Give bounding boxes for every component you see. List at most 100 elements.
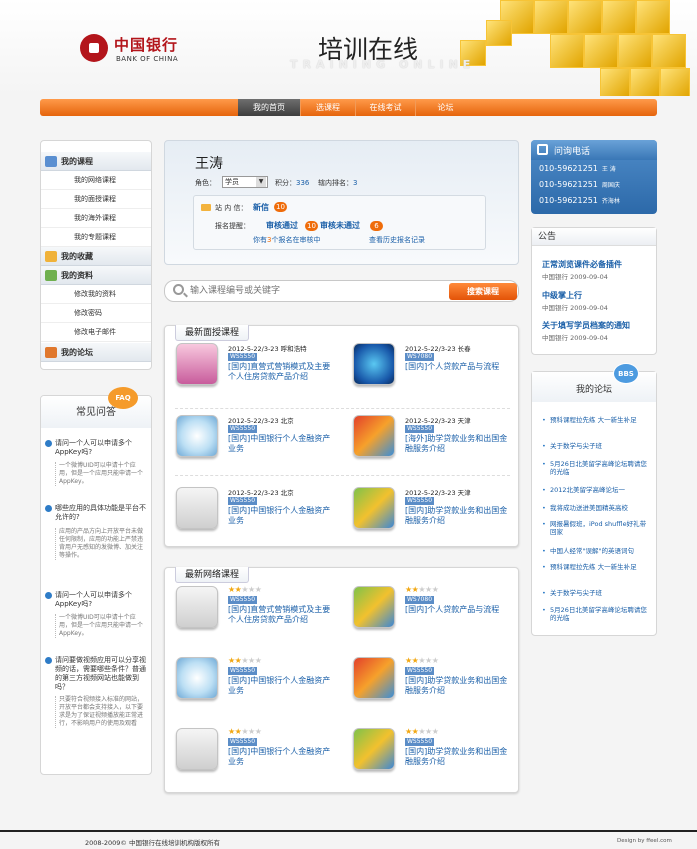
star-icon: ★ [425, 656, 432, 665]
chart-icon[interactable] [353, 415, 395, 457]
divider [175, 475, 510, 476]
course-item[interactable]: 2012-5-22/3-23 北京 WS5550 [国内]中国银行个人金融资产业务 [176, 487, 346, 547]
menu-item-overseas-courses[interactable]: 我的海外课程 [41, 209, 151, 228]
logo-text-cn[interactable]: 中国银行 [114, 34, 178, 55]
course-title-link[interactable]: [国内]中国银行个人金融资产业务 [228, 747, 333, 766]
menu-item-change-email[interactable]: 修改电子邮件 [41, 323, 151, 342]
golden-cubes-decoration [430, 0, 697, 96]
course-date: 2012-5-22/3-23 天津 [405, 489, 471, 497]
approved-link[interactable]: 审核通过 [266, 220, 298, 231]
star-icon: ★ [405, 656, 412, 665]
course-item[interactable]: ★★★★★ WS7080 [国内]个人贷款产品与流程 [353, 585, 523, 646]
course-item[interactable]: 2012-5-22/3-23 北京 WS5550 [国内]中国银行个人金融资产业务 [176, 415, 346, 475]
notice-title: 公告 [532, 228, 656, 246]
notice-item-title[interactable]: 正常浏览课件必备插件 [542, 260, 654, 270]
star-icon: ★ [431, 585, 439, 594]
compass-icon[interactable] [176, 415, 218, 457]
new-messages-link[interactable]: 新信 [253, 202, 269, 213]
folder-pink-icon[interactable] [176, 343, 218, 385]
forum-link[interactable]: 关于数学与尖子班 [542, 589, 652, 597]
course-item[interactable]: ★★★★★ WS5550 [国内]直营式营销模式及主要个人住房贷款产品介绍 [176, 585, 346, 646]
forum-link[interactable]: 5月26日北美留学高峰论坛聘请您的光临 [542, 460, 652, 476]
forum-link[interactable]: 关于数学与尖子班 [542, 442, 652, 450]
course-title-link[interactable]: [国内]助学贷款业务和出国金融服务介绍 [405, 747, 510, 766]
course-item[interactable]: ★★★★★ WS5550 [国内]助学贷款业务和出国金融服务介绍 [353, 656, 523, 717]
books-icon[interactable] [353, 728, 395, 770]
copyright-text: 2008-2009© 中国银行在线培训机构版权所有 [85, 839, 220, 847]
logo-text-en[interactable]: BANK OF CHINA [116, 55, 178, 63]
notice-item-meta: 中国银行 2009-09-04 [542, 334, 608, 342]
course-item[interactable]: ★★★★★ WS5550 [国内]中国银行个人金融资产业务 [176, 656, 346, 717]
course-item[interactable]: 2012-5-22/3-23 天津 WS5550 [海外]助学贷款业务和出国金融服务… [353, 415, 523, 475]
course-date: 2012-5-22/3-23 长春 [405, 345, 471, 353]
cube-decoration [550, 34, 584, 68]
faq-question[interactable]: 哪些应用的具体功能是平台不允许的? [45, 504, 149, 522]
design-credit[interactable]: Design by ffeel.com [617, 838, 672, 844]
course-title-link[interactable]: [国内]个人贷款产品与流程 [405, 605, 510, 615]
course-item[interactable]: ★★★★★ WS5550 [国内]中国银行个人金融资产业务 [176, 727, 346, 788]
search-button[interactable]: 搜索课程 [449, 283, 517, 300]
notice-panel: 公告 正常浏览课件必备插件 中国银行 2009-09-04 中级掌上行 中国银行… [531, 227, 657, 355]
role-select[interactable]: 学员 [222, 176, 268, 188]
notice-item-title[interactable]: 中级掌上行 [542, 291, 654, 301]
nav-item-home[interactable]: 我的首页 [238, 99, 300, 116]
menu-group-favorites[interactable]: 我的收藏 [41, 247, 151, 266]
course-title-link[interactable]: [国内]直营式营销模式及主要个人住房贷款产品介绍 [228, 605, 333, 624]
menu-item-face-courses[interactable]: 我的面授课程 [41, 190, 151, 209]
menu-group-my-courses[interactable]: 我的课程 [41, 152, 151, 171]
books-icon[interactable] [353, 487, 395, 529]
left-menu: 我的课程 我的网络课程 我的面授课程 我的海外课程 我的专题课程 我的收藏 我的… [40, 140, 152, 370]
rejected-link[interactable]: 审核未通过 [320, 220, 360, 231]
course-code: WS7080 [405, 596, 435, 604]
forum-link[interactable]: 预科课程拉先练 大一新生补足 [542, 563, 652, 571]
nav-item-exam[interactable]: 在线考试 [355, 99, 415, 116]
forum-link[interactable]: 网报暑假班，iPod shuffle好礼带回家 [542, 520, 652, 536]
course-item[interactable]: ★★★★★ WS5550 [国内]助学贷款业务和出国金融服务介绍 [353, 727, 523, 788]
menu-group-forum[interactable]: 我的论坛 [41, 343, 151, 362]
course-title-link[interactable]: [国内]助学贷款业务和出国金融服务介绍 [405, 506, 510, 525]
cube-decoration [660, 68, 690, 96]
forum-link[interactable]: 我将成功送进美国精英高校 [542, 504, 652, 512]
forum-link[interactable]: 中国人经常"误解"的英语词句 [542, 547, 652, 555]
books-icon[interactable] [353, 586, 395, 628]
pending-enroll-link[interactable]: 你有3个报名在审核中 [253, 235, 320, 245]
course-item[interactable]: 2012-5-22/3-23 天津 WS5550 [国内]助学贷款业务和出国金融服务… [353, 487, 523, 547]
forum-link[interactable]: 5月26日北美留学高峰论坛聘请您的光临 [542, 606, 652, 622]
forum-link[interactable]: 2012北美留学高峰论坛一 [542, 486, 652, 494]
menu-group-profile[interactable]: 我的资料 [41, 266, 151, 285]
course-title-link[interactable]: [国内]直营式营销模式及主要个人住房贷款产品介绍 [228, 362, 333, 381]
menu-item-topic-courses[interactable]: 我的专题课程 [41, 228, 151, 247]
globe-icon[interactable] [353, 343, 395, 385]
faq-question[interactable]: 请问一个人可以申请多个AppKey吗? [45, 591, 149, 609]
course-item[interactable]: 2012-5-22/3-23 呼和浩特 WS5550 [国内]直营式营销模式及主要个… [176, 343, 346, 403]
faq-question[interactable]: 请问要做视频应用可以分享视频的话，需要哪些条件？普通的第三方视频网站也能做到吗？ [45, 656, 149, 692]
course-code: WS5550 [405, 738, 435, 746]
nav-item-forum[interactable]: 论坛 [415, 99, 475, 116]
course-date: 2012-5-22/3-23 北京 [228, 489, 294, 497]
course-title-link[interactable]: [国内]中国银行个人金融资产业务 [228, 434, 333, 453]
course-title-link[interactable]: [国内]中国银行个人金融资产业务 [228, 676, 333, 695]
course-title-link[interactable]: [海外]助学贷款业务和出国金融服务介绍 [405, 434, 510, 453]
course-item[interactable]: 2012-5-22/3-23 长春 WS7080 [国内]个人贷款产品与流程 [353, 343, 523, 403]
course-title-link[interactable]: [国内]中国银行个人金融资产业务 [228, 506, 333, 525]
course-title-link[interactable]: [国内]个人贷款产品与流程 [405, 362, 510, 372]
faq-question[interactable]: 请问一个人可以申请多个AppKey吗? [45, 439, 149, 457]
house-icon[interactable] [176, 728, 218, 770]
menu-item-online-courses[interactable]: 我的网络课程 [41, 171, 151, 190]
bank-logo-icon[interactable] [80, 34, 108, 62]
menu-item-change-password[interactable]: 修改密码 [41, 304, 151, 323]
compass-icon[interactable] [176, 657, 218, 699]
course-date: 2012-5-22/3-23 北京 [228, 417, 294, 425]
forum-link[interactable]: 预科课程拉先练 大一新生补足 [542, 416, 652, 424]
star-icon: ★ [254, 585, 262, 594]
house-icon[interactable] [176, 487, 218, 529]
house-icon[interactable] [176, 586, 218, 628]
search-input[interactable] [190, 283, 445, 299]
approved-count: 10 [305, 221, 318, 231]
menu-item-edit-profile[interactable]: 修改我的资料 [41, 285, 151, 304]
history-link[interactable]: 查看历史报名记录 [369, 235, 425, 245]
nav-item-courses[interactable]: 选课程 [300, 99, 355, 116]
notice-item-title[interactable]: 关于填写学员档案的通知 [542, 321, 654, 331]
course-title-link[interactable]: [国内]助学贷款业务和出国金融服务介绍 [405, 676, 510, 695]
chart-icon[interactable] [353, 657, 395, 699]
